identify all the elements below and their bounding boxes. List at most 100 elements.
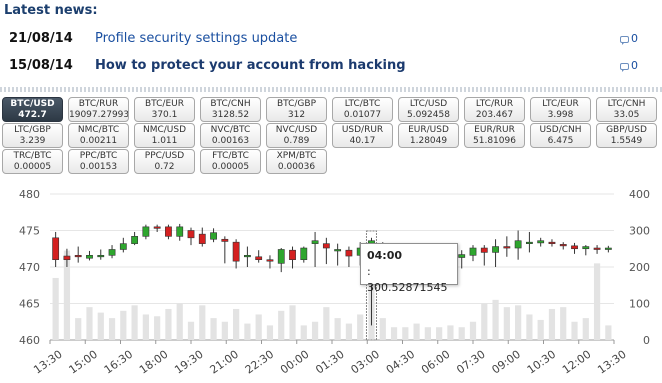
news-headline-link[interactable]: How to protect your account from hacking — [95, 58, 406, 73]
volume-bar — [548, 308, 556, 340]
pair-value: 0.00163 — [211, 136, 250, 146]
volume-bar — [379, 318, 386, 340]
volume-bar — [357, 314, 364, 340]
volume-bar — [526, 314, 533, 340]
pair-value: 312 — [287, 110, 306, 120]
news-title: Latest news: — [4, 3, 98, 18]
pair-tab-trc-btc[interactable]: TRC/BTC 0.00005 — [2, 149, 63, 174]
pair-tab-btc-eur[interactable]: BTC/EUR 370.1 — [134, 97, 195, 122]
volume-bar — [221, 321, 228, 340]
pair-name: USD/CNH — [539, 125, 582, 135]
volume-bar — [345, 323, 353, 340]
pair-tab-btc-cnh[interactable]: BTC/CNH 3128.52 — [200, 97, 261, 122]
volume-bar — [142, 314, 149, 340]
candle-up — [119, 243, 127, 250]
candle-up — [210, 232, 217, 240]
volume-bar — [289, 305, 296, 340]
volume-bar — [436, 327, 443, 340]
candle-down — [255, 256, 263, 260]
pair-tab-xpm-btc[interactable]: XPM/BTC 0.00036 — [266, 149, 327, 174]
section-divider — [0, 87, 662, 92]
candle-up — [97, 255, 105, 258]
pair-value: 0.00211 — [79, 136, 118, 146]
candle-up — [277, 249, 285, 264]
x-axis-tick: 19:30 — [172, 348, 205, 377]
pair-tab-usd-rur[interactable]: USD/RUR 40.17 — [332, 123, 393, 148]
pair-tab-ppc-btc[interactable]: PPC/BTC 0.00153 — [68, 149, 129, 174]
pair-tab-ltc-eur[interactable]: LTC/EUR 3.998 — [530, 97, 591, 122]
volume-bar — [266, 325, 274, 340]
y-axis-price-tick: 470 — [19, 261, 40, 274]
candle-down — [559, 244, 567, 247]
y-axis-price-tick: 475 — [19, 225, 40, 238]
pair-tab-ltc-cnh[interactable]: LTC/CNH 33.05 — [596, 97, 657, 122]
pair-name: LTC/GBP — [14, 125, 51, 135]
pair-name: GBP/USD — [606, 125, 647, 135]
pair-value: 19097.27993 — [69, 110, 129, 120]
pair-value: 3.239 — [19, 136, 46, 146]
y-axis-volume-tick: 200 — [629, 261, 650, 274]
candle-up — [492, 246, 499, 253]
pair-tab-ltc-gbp[interactable]: LTC/GBP 3.239 — [2, 123, 63, 148]
x-axis-tick: 18:00 — [137, 348, 170, 377]
x-axis-tick: 13:30 — [31, 348, 64, 377]
pair-name: BTC/CNH — [210, 99, 251, 109]
pair-tab-nmc-btc[interactable]: NMC/BTC 0.00211 — [68, 123, 129, 148]
candle-down — [571, 245, 578, 250]
pair-value: 370.1 — [151, 110, 178, 120]
pair-tab-nvc-btc[interactable]: NVC/BTC 0.00163 — [200, 123, 261, 148]
pair-tab-gbp-usd[interactable]: GBP/USD 1.5549 — [596, 123, 657, 148]
pair-tab-nvc-usd[interactable]: NVC/USD 0.789 — [266, 123, 327, 148]
pair-name: XPM/BTC — [276, 151, 317, 161]
pair-tab-eur-rur[interactable]: EUR/RUR 51.81096 — [464, 123, 525, 148]
pair-tab-ltc-btc[interactable]: LTC/BTC 0.01077 — [332, 97, 393, 122]
volume-bar — [447, 325, 454, 340]
pair-name: EUR/USD — [408, 125, 449, 135]
volume-bar — [582, 318, 589, 340]
volume-bar — [481, 303, 488, 340]
volume-bar — [52, 277, 59, 340]
pair-tab-nmc-usd[interactable]: NMC/USD 1.011 — [134, 123, 195, 148]
pair-name: PPC/USD — [144, 151, 185, 161]
pair-tab-ltc-rur[interactable]: LTC/RUR 203.467 — [464, 97, 525, 122]
volume-bar — [233, 308, 240, 340]
pair-value: 0.789 — [283, 136, 310, 146]
candle-up — [334, 249, 342, 252]
volume-bar — [187, 321, 195, 340]
volume-bar — [244, 323, 251, 340]
pair-tab-ftc-btc[interactable]: FTC/BTC 0.00005 — [200, 149, 261, 174]
pair-tab-usd-cnh[interactable]: USD/CNH 6.475 — [530, 123, 591, 148]
news-comments-link[interactable]: 0 — [620, 59, 638, 72]
volume-bar — [278, 310, 285, 340]
y-axis-volume-tick: 100 — [629, 298, 650, 311]
comment-icon — [620, 35, 629, 45]
pair-name: LTC/CNH — [607, 99, 646, 109]
volume-bar — [154, 316, 161, 340]
candle-down — [266, 259, 274, 262]
y-axis-price-tick: 480 — [19, 188, 40, 201]
pair-name: BTC/USD — [10, 99, 55, 109]
pair-tab-ltc-usd[interactable]: LTC/USD 5.092458 — [398, 97, 459, 122]
pair-name: LTC/USD — [409, 99, 448, 109]
pair-value: 0.00005 — [13, 162, 52, 172]
comment-icon — [620, 62, 629, 72]
pair-tab-btc-rur[interactable]: BTC/RUR 19097.27993 — [68, 97, 129, 122]
volume-bar — [199, 305, 206, 340]
x-axis-tick: 03:00 — [349, 348, 382, 377]
pair-tab-eur-usd[interactable]: EUR/USD 1.28049 — [398, 123, 459, 148]
volume-bar — [571, 321, 578, 340]
pair-tab-btc-usd[interactable]: BTC/USD 472.7 — [2, 97, 63, 122]
pair-name: LTC/RUR — [475, 99, 514, 109]
pair-value: 1.28049 — [409, 136, 448, 146]
volume-bar — [176, 303, 183, 340]
news-headline-link[interactable]: Profile security settings update — [95, 31, 297, 46]
candle-down — [345, 249, 353, 257]
pair-value: 0.00153 — [79, 162, 118, 172]
pair-tab-btc-gbp[interactable]: BTC/GBP 312 — [266, 97, 327, 122]
pair-value: 40.17 — [349, 136, 376, 146]
news-comments-link[interactable]: 0 — [620, 32, 638, 45]
volume-bar — [469, 321, 477, 340]
pair-tab-ppc-usd[interactable]: PPC/USD 0.72 — [134, 149, 195, 174]
volume-bar — [131, 305, 138, 340]
candle-down — [52, 237, 60, 260]
